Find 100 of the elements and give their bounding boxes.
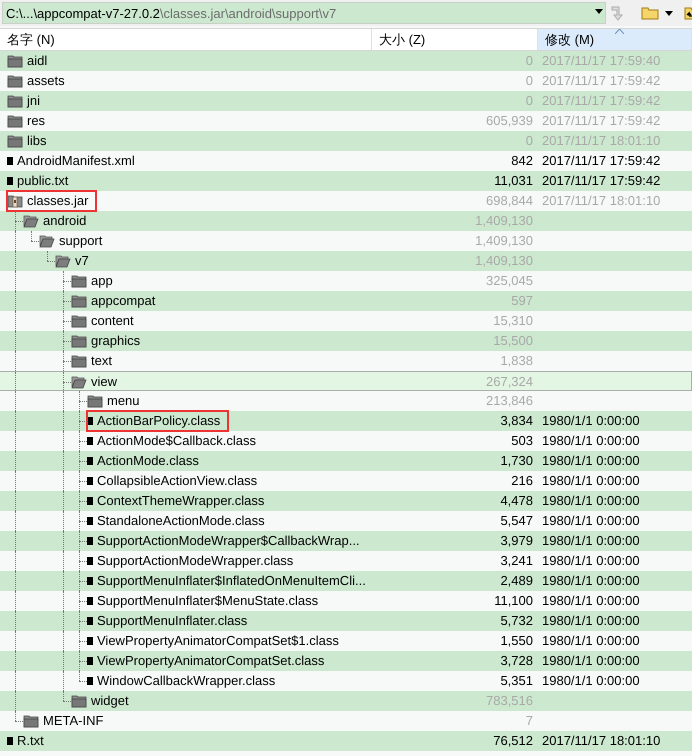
file-name: widget [91, 692, 129, 710]
file-row[interactable]: ActionBarPolicy.class 3,834 1980/1/1 0:00:00 [0, 411, 692, 431]
file-name: libs [27, 132, 47, 150]
folder-icon [7, 94, 23, 108]
modified-date: 1980/1/1 0:00:00 [541, 512, 641, 530]
file-size: 3,241 [499, 552, 534, 570]
file-size: 216 [510, 472, 534, 490]
file-size: 1,409,130 [474, 232, 534, 250]
file-name: AndroidManifest.xml [17, 152, 135, 170]
file-size: 698,844 [485, 192, 534, 210]
file-name: text [91, 352, 112, 370]
file-row[interactable]: android 1,409,130 [0, 211, 692, 231]
file-size: 0 [524, 72, 534, 90]
modified-date: 1980/1/1 0:00:00 [541, 492, 641, 510]
file-name: graphics [91, 332, 140, 350]
file-name: support [59, 232, 102, 250]
file-row[interactable]: jni 0 2017/11/17 17:59:42 [0, 91, 692, 111]
file-size: 5,732 [499, 612, 534, 630]
file-size: 605,939 [485, 112, 534, 130]
file-size: 597 [510, 292, 534, 310]
file-name: ActionMode$Callback.class [97, 432, 256, 450]
modified-date: 1980/1/1 0:00:00 [541, 592, 641, 610]
modified-date: 2017/11/17 18:01:10 [541, 732, 662, 750]
file-icon [87, 477, 93, 485]
file-name: appcompat [91, 292, 156, 310]
file-row[interactable]: ContextThemeWrapper.class 4,478 1980/1/1 0:00:00 [0, 491, 692, 511]
file-size: 11,031 [493, 172, 534, 190]
file-name: SupportMenuInflater.class [97, 612, 248, 630]
file-icon [87, 577, 93, 585]
modified-date: 2017/11/17 17:59:42 [541, 152, 662, 170]
modified-date: 1980/1/1 0:00:00 [541, 652, 641, 670]
file-row[interactable]: SupportMenuInflater$InflatedOnMenuItemCli... 2,489 1980/1/1 0:00:00 [0, 571, 692, 591]
folder-icon [23, 214, 39, 228]
file-name: public.txt [17, 172, 68, 190]
modified-date: 1980/1/1 0:00:00 [541, 472, 641, 490]
file-row[interactable]: graphics 15,500 [0, 331, 692, 351]
file-row[interactable]: R.txt 76,512 2017/11/17 18:01:10 [0, 731, 692, 751]
column-header[interactable]: 修改 (M) [538, 29, 692, 50]
file-size: 267,324 [485, 373, 534, 391]
file-icon [87, 597, 93, 605]
file-size: 4,478 [499, 492, 534, 510]
file-size: 213,846 [485, 392, 534, 410]
file-icon [87, 617, 93, 625]
file-name: SupportActionModeWrapper.class [97, 552, 294, 570]
file-size: 7 [524, 712, 534, 730]
file-name: SupportMenuInflater$MenuState.class [97, 592, 318, 610]
file-name: classes.jar [27, 192, 88, 210]
modified-date: 1980/1/1 0:00:00 [541, 672, 641, 690]
file-row[interactable]: SupportActionModeWrapper$CallbackWrap... 3,979 1980/1/1 0:00:00 [0, 531, 692, 551]
archive-icon [7, 194, 23, 208]
modified-date: 1980/1/1 0:00:00 [541, 612, 641, 630]
file-size: 2,489 [499, 572, 534, 590]
file-size: 1,730 [499, 452, 534, 470]
file-row[interactable]: public.txt 11,031 2017/11/17 17:59:42 [0, 171, 692, 191]
modified-date: 2017/11/17 17:59:40 [541, 52, 662, 70]
folder-icon [7, 54, 23, 68]
file-row[interactable]: SupportMenuInflater.class 5,732 1980/1/1 0:00:00 [0, 611, 692, 631]
file-size: 0 [524, 92, 534, 110]
file-icon [87, 637, 93, 645]
folder-icon[interactable] [640, 5, 660, 21]
file-row[interactable]: widget 783,516 [0, 691, 692, 711]
file-name: assets [27, 72, 65, 90]
file-size: 1,550 [499, 632, 534, 650]
file-row[interactable]: view 267,324 [0, 371, 692, 391]
dropdown-icon[interactable] [595, 9, 603, 14]
file-row[interactable]: aidl 0 2017/11/17 17:59:40 [0, 51, 692, 71]
modified-date: 1980/1/1 0:00:00 [541, 552, 641, 570]
folder-icon [71, 274, 87, 288]
folder-icon [71, 334, 87, 348]
file-size: 325,045 [485, 272, 534, 290]
file-size: 5,351 [499, 672, 534, 690]
folder-icon [71, 314, 87, 328]
file-row[interactable]: appcompat 597 [0, 291, 692, 311]
column-header[interactable]: 名字 (N) [0, 29, 372, 50]
file-size: 842 [510, 152, 534, 170]
file-size: 503 [510, 432, 534, 450]
file-icon [87, 497, 93, 505]
file-name: android [43, 212, 86, 230]
file-icon [7, 157, 13, 165]
file-size: 15,310 [492, 312, 534, 330]
modified-date: 2017/11/17 17:59:42 [541, 172, 662, 190]
file-size: 11,100 [493, 592, 534, 610]
file-name: menu [107, 392, 140, 410]
modified-date: 1980/1/1 0:00:00 [541, 412, 641, 430]
file-row[interactable]: v7 1,409,130 [0, 251, 692, 271]
dropdown-icon[interactable] [665, 10, 673, 16]
modified-date: 2017/11/17 18:01:10 [541, 132, 662, 150]
file-name: WindowCallbackWrapper.class [97, 672, 276, 690]
file-name: ViewPropertyAnimatorCompatSet.class [97, 652, 324, 670]
modified-date: 1980/1/1 0:00:00 [541, 532, 641, 550]
address-field[interactable]: C:\...\appcompat-v7-27.0.2\classes.jar\android\support\v7 [2, 2, 606, 24]
modified-date: 2017/11/17 17:59:42 [541, 112, 662, 130]
file-row[interactable]: ActionMode.class 1,730 1980/1/1 0:00:00 [0, 451, 692, 471]
file-name: res [27, 112, 46, 130]
file-icon [87, 417, 93, 425]
modified-date: 1980/1/1 0:00:00 [541, 572, 641, 590]
file-row[interactable]: ViewPropertyAnimatorCompatSet.class 3,728 1980/1/1 0:00:00 [0, 651, 692, 671]
modified-date: 2017/11/17 17:59:42 [541, 92, 662, 110]
folder-icon [7, 134, 23, 148]
file-row[interactable]: libs 0 2017/11/17 18:01:10 [0, 131, 692, 151]
